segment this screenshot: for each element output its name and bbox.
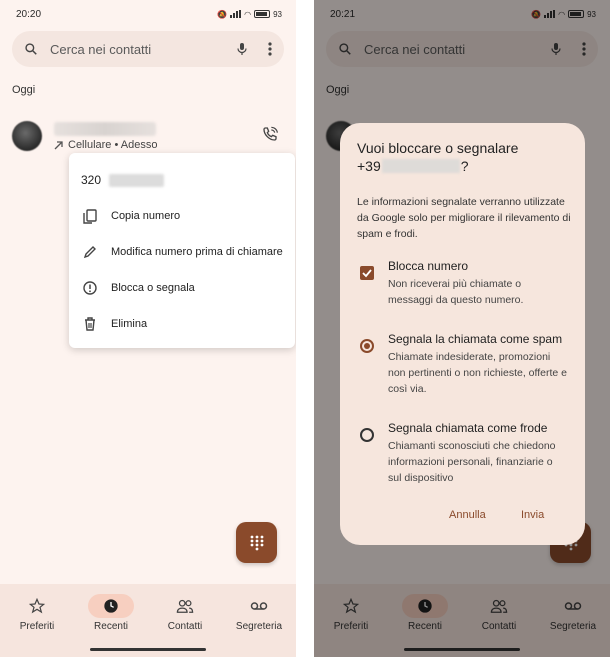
home-indicator[interactable]: [90, 648, 206, 651]
status-bar: 20:20 🔕 ◠ 93: [0, 0, 296, 28]
menu-item-delete[interactable]: Elimina: [81, 314, 147, 334]
nav-voicemail[interactable]: Segreteria: [222, 594, 296, 632]
recent-call-row[interactable]: Cellulare • Adesso: [0, 117, 296, 157]
people-icon: [176, 599, 194, 613]
copy-icon: [81, 208, 99, 224]
dialog-title: Vuoi bloccare o segnalare +39 ?: [357, 139, 518, 175]
wifi-icon: ◠: [244, 9, 252, 19]
cancel-button[interactable]: Annulla: [449, 509, 486, 521]
menu-item-copy-number[interactable]: Copia numero: [81, 206, 180, 226]
send-button[interactable]: Invia: [521, 509, 544, 521]
nav-label: Contatti: [167, 621, 203, 632]
report-fraud-radio[interactable]: [360, 428, 374, 442]
menu-item-label: Blocca o segnala: [111, 282, 195, 294]
option-title: Blocca numero: [388, 259, 469, 273]
search-bar[interactable]: Cerca nei contatti: [12, 31, 284, 67]
contact-name-redacted: [54, 122, 156, 136]
call-detail: Cellulare • Adesso: [54, 139, 157, 151]
bottom-navigation: Preferiti Recenti Contatti Segreteria: [0, 584, 296, 657]
number-redacted: [109, 173, 165, 187]
left-screenshot: 20:20 🔕 ◠ 93 Cerca nei contatti Oggi Cel…: [0, 0, 296, 657]
dialog-title-suffix: ?: [460, 158, 469, 174]
option-title: Segnala chiamata come frode: [388, 421, 548, 435]
dialpad-button[interactable]: [236, 522, 277, 563]
call-detail-text: Cellulare • Adesso: [68, 139, 158, 151]
right-screenshot: 20:21 🔕 ◠ 93 Cerca nei contatti Oggi Pre…: [314, 0, 610, 657]
section-label-today: Oggi: [12, 84, 36, 96]
pencil-icon: [81, 245, 99, 259]
dialog-number-prefix: +39: [357, 158, 381, 174]
nav-label: Recenti: [94, 621, 128, 632]
call-context-menu: 320 Copia numero Modifica numero prima d…: [69, 153, 295, 348]
search-input[interactable]: Cerca nei contatti: [50, 42, 236, 57]
menu-item-label: Modifica numero prima di chiamare: [111, 246, 283, 258]
battery-icon: [254, 10, 271, 18]
dialog-title-line1: Vuoi bloccare o segnalare: [357, 140, 519, 156]
block-icon: [81, 281, 99, 295]
menu-number-prefix: 320: [81, 173, 102, 187]
menu-item-block-report[interactable]: Blocca o segnala: [81, 278, 195, 298]
option-description: Chiamanti sconosciuti che chiedono infor…: [388, 440, 556, 484]
signal-icon: [230, 10, 242, 18]
report-spam-radio[interactable]: [360, 339, 374, 353]
avatar[interactable]: [12, 121, 42, 151]
block-report-dialog: Vuoi bloccare o segnalare +39 ? Le infor…: [340, 123, 585, 545]
dialog-title-line2: +39 ?: [357, 157, 518, 175]
nav-favorites[interactable]: Preferiti: [0, 594, 74, 632]
option-title: Segnala la chiamata come spam: [388, 332, 563, 346]
checkmark-icon: [362, 269, 372, 278]
voicemail-icon: [250, 602, 268, 610]
block-number-checkbox[interactable]: [360, 266, 374, 280]
status-time: 20:20: [16, 8, 42, 20]
clock-icon: [104, 599, 118, 613]
status-icons: 🔕 ◠ 93: [217, 10, 282, 19]
nav-label: Segreteria: [235, 621, 283, 632]
number-redacted: [381, 159, 460, 173]
wifi-call-icon[interactable]: [262, 126, 278, 147]
nav-contacts[interactable]: Contatti: [148, 594, 222, 632]
dialog-body: Le informazioni segnalate verranno utili…: [357, 196, 571, 240]
menu-phone-number: 320: [81, 173, 165, 187]
outgoing-call-icon: [54, 141, 63, 150]
more-options-icon[interactable]: [268, 42, 272, 56]
menu-item-label: Elimina: [111, 318, 148, 330]
battery-level: 93: [273, 9, 282, 19]
search-icon: [24, 42, 38, 56]
menu-item-label: Copia numero: [111, 210, 181, 222]
menu-item-edit-number[interactable]: Modifica numero prima di chiamare: [81, 242, 283, 262]
star-icon: [29, 598, 45, 614]
nav-recents[interactable]: Recenti: [74, 594, 148, 632]
dialpad-icon: [250, 535, 263, 550]
microphone-icon[interactable]: [236, 42, 248, 56]
trash-icon: [81, 317, 99, 331]
mute-icon: 🔕: [217, 9, 228, 19]
nav-label: Preferiti: [19, 621, 55, 632]
option-description: Non riceverai più chiamate o messaggi da…: [388, 278, 524, 306]
option-description: Chiamate indesiderate, promozioni non pe…: [388, 351, 568, 395]
